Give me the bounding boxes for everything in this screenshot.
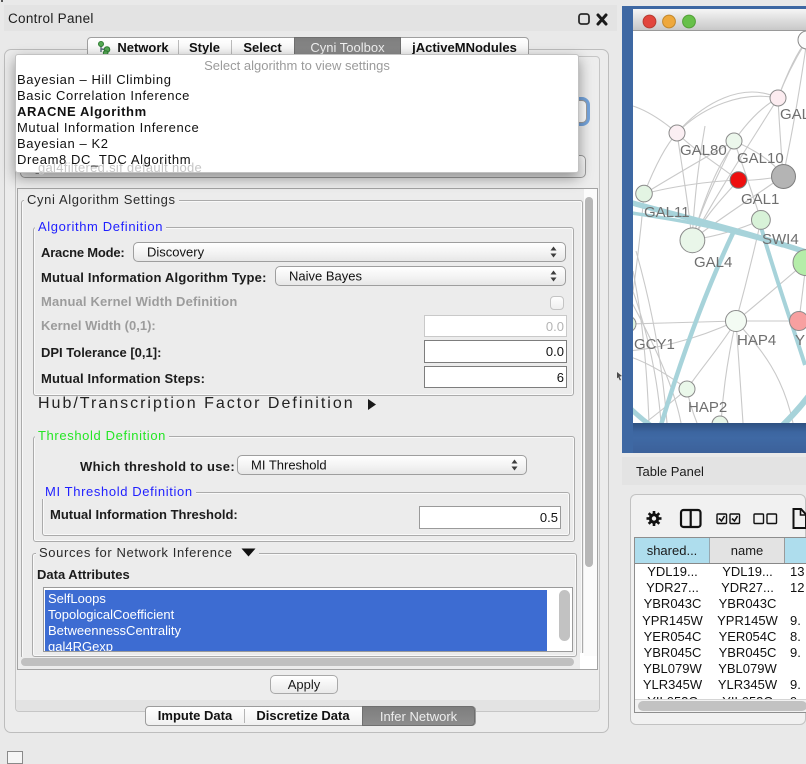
svg-text:GCY1: GCY1 xyxy=(634,336,675,353)
svg-text:HAP4: HAP4 xyxy=(737,332,776,349)
svg-text:GAL1: GAL1 xyxy=(741,191,779,208)
svg-text:Y: Y xyxy=(795,332,805,349)
svg-text:SWI4: SWI4 xyxy=(762,231,799,248)
svg-text:GAL80: GAL80 xyxy=(680,142,727,159)
svg-text:GAL4: GAL4 xyxy=(694,254,732,271)
svg-text:GAL11: GAL11 xyxy=(644,204,690,221)
svg-text:HAP2: HAP2 xyxy=(688,399,727,416)
svg-text:GAL10: GAL10 xyxy=(737,150,784,167)
svg-text:GAL7: GAL7 xyxy=(780,106,806,123)
